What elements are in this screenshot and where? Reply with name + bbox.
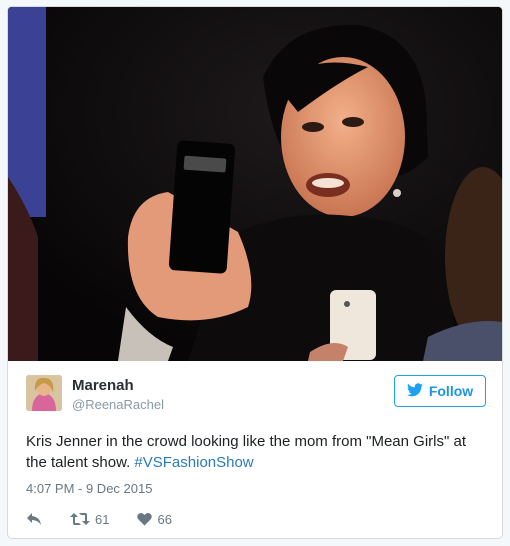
retweet-count: 61: [95, 511, 110, 527]
tweet-author: Marenah @ReenaRachel Follow: [26, 375, 486, 415]
hashtag-link[interactable]: #VSFashionShow: [134, 454, 253, 471]
author-handle[interactable]: @ReenaRachel: [72, 397, 164, 412]
retweet-button[interactable]: 61: [70, 512, 109, 527]
reply-icon: [26, 512, 42, 526]
tweet-photo[interactable]: [8, 7, 502, 361]
author-avatar[interactable]: [26, 375, 62, 411]
like-count: 66: [157, 511, 172, 527]
author-name[interactable]: Marenah: [72, 377, 134, 394]
like-button[interactable]: 66: [137, 511, 172, 527]
tweet-text: Kris Jenner in the crowd looking like th…: [26, 431, 486, 473]
photo-illustration: [8, 7, 502, 361]
tweet-actions: 61 66: [26, 509, 200, 529]
avatar-image: [26, 375, 62, 411]
follow-button[interactable]: Follow: [394, 375, 486, 407]
reply-button[interactable]: [26, 512, 42, 526]
follow-label: Follow: [428, 383, 474, 399]
embedded-tweet-card: Marenah @ReenaRachel Follow Kris Jenner …: [7, 6, 503, 539]
twitter-bird-icon: [406, 382, 423, 400]
tweet-timestamp[interactable]: 4:07 PM - 9 Dec 2015: [26, 481, 152, 496]
retweet-icon: [70, 512, 90, 526]
heart-icon: [137, 512, 153, 526]
